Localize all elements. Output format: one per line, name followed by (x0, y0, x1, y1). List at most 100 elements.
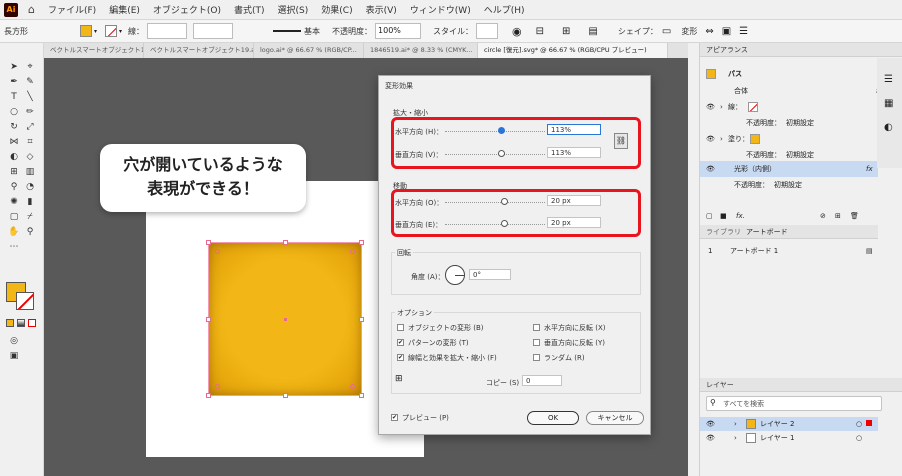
cancel-button[interactable]: キャンセル (586, 411, 644, 425)
corner-widget-bl[interactable] (215, 384, 220, 389)
layer1-target-icon[interactable]: ○ (856, 431, 862, 445)
appearance-fill-opacity-label[interactable]: 不透明度： (746, 148, 781, 162)
line-tool-icon[interactable]: ╲ (23, 91, 37, 103)
menu-icon[interactable]: ☰ (739, 26, 748, 37)
screen-mode-icon[interactable]: ▣ (7, 350, 21, 362)
rotate-tool-icon[interactable]: ↻ (7, 121, 21, 133)
handle-bl[interactable] (206, 393, 211, 398)
opacity-field[interactable]: 100% (375, 23, 422, 39)
blend-tool-icon[interactable]: ◔ (23, 181, 37, 193)
gradient-mode-icon[interactable] (17, 319, 25, 327)
reflect-y-label[interactable]: 垂直方向に反転 (Y) (544, 338, 605, 348)
distribute-icon[interactable]: ⊞ (562, 26, 570, 37)
eye-icon-stroke[interactable]: 👁 (706, 100, 715, 114)
handle-br[interactable] (359, 393, 364, 398)
mesh-tool-icon[interactable]: ⊞ (7, 166, 21, 178)
angle-dial[interactable] (445, 265, 465, 285)
artboard-options-icon[interactable]: ▤ (866, 244, 873, 258)
edit-toolbar-icon[interactable]: ⋯ (7, 241, 21, 253)
stroke-swatch[interactable] (105, 25, 118, 37)
menu-view[interactable]: 表示(V) (366, 3, 397, 16)
transform-objects-label[interactable]: オブジェクトの変形 (B) (408, 323, 484, 333)
scale-strokes-checkbox[interactable]: ✔ (397, 354, 404, 361)
handle-tr[interactable] (359, 240, 364, 245)
tab-doc-1[interactable]: ベクトルスマートオブジェクト12.ai (44, 43, 144, 58)
reference-point-icon[interactable]: ⊞ (395, 374, 403, 384)
stroke-color-swatch[interactable] (16, 292, 34, 310)
shape-builder-tool-icon[interactable]: ◐ (7, 151, 21, 163)
preview-checkbox[interactable]: ✔ (391, 414, 398, 421)
corner-widget-tr[interactable] (350, 249, 355, 254)
slice-tool-icon[interactable]: ⌿ (23, 211, 37, 223)
menu-file[interactable]: ファイル(F) (48, 3, 96, 16)
layers-search-box[interactable]: ⚲ すべてを検索 (706, 396, 882, 411)
home-icon[interactable]: ⌂ (28, 3, 35, 16)
tab-libraries[interactable]: ライブラリ (706, 225, 741, 239)
menu-type[interactable]: 書式(T) (234, 3, 265, 16)
tab-doc-2[interactable]: ベクトルスマートオブジェクト19.ai (144, 43, 254, 58)
angle-field[interactable]: 0° (469, 269, 511, 280)
selected-rectangle[interactable] (206, 240, 364, 398)
handle-tm[interactable] (283, 240, 288, 245)
style-swatch[interactable] (476, 23, 499, 39)
artboard-tool-icon[interactable]: ▢ (7, 211, 21, 223)
draw-mode-icon[interactable]: ◎ (7, 335, 21, 347)
random-label[interactable]: ランダム (R) (544, 353, 585, 363)
chevron-layer1-icon[interactable]: › (734, 431, 737, 445)
eye-icon-layer1[interactable]: 👁 (706, 431, 715, 445)
handle-tl[interactable] (206, 240, 211, 245)
transform-patterns-checkbox[interactable]: ✔ (397, 339, 404, 346)
hand-tool-icon[interactable]: ✋ (7, 226, 21, 238)
scale-tool-icon[interactable]: ⤢ (23, 121, 37, 133)
layer2-selected-icon[interactable] (866, 420, 872, 426)
preview-label[interactable]: プレビュー (P) (402, 413, 449, 423)
add-effect-icon[interactable]: fx. (736, 209, 745, 223)
appearance-fill-label[interactable]: 塗り： (728, 132, 749, 146)
eye-icon-layer2[interactable]: 👁 (706, 417, 715, 431)
appearance-icon[interactable]: ◐ (884, 122, 893, 133)
direct-selection-tool-icon[interactable]: ⌖ (23, 61, 37, 73)
fill-mode-icon[interactable] (6, 319, 14, 327)
transform-patterns-label[interactable]: パターンの変形 (T) (408, 338, 469, 348)
layer2-name[interactable]: レイヤー 2 (760, 417, 794, 431)
appearance-fill-swatch[interactable] (750, 134, 760, 144)
ok-button[interactable]: OK (527, 411, 579, 425)
artboard-row-name[interactable]: アートボード 1 (730, 244, 778, 258)
layer1-name[interactable]: レイヤー 1 (760, 431, 794, 445)
appearance-panel-header[interactable]: アピアランス (700, 43, 902, 57)
zoom-tool-icon[interactable]: ⚲ (23, 226, 37, 238)
stroke-profile-field[interactable] (193, 23, 234, 39)
scale-strokes-label[interactable]: 線幅と効果を拡大・縮小 (F) (408, 353, 497, 363)
appearance-stroke-opacity-label[interactable]: 不透明度： (746, 116, 781, 130)
copies-field[interactable]: 0 (522, 375, 562, 386)
chevron-stroke-icon[interactable]: › (720, 100, 723, 114)
appearance-effect-label[interactable]: 光彩（内側） (734, 162, 776, 176)
tab-doc-5[interactable]: circle [復元].svg* @ 66.67 % (RGB/CPU プレビュ… (478, 43, 668, 58)
reflect-y-checkbox[interactable] (533, 339, 540, 346)
ellipse-tool-icon[interactable]: ○ (7, 106, 21, 118)
corner-widget-tl[interactable] (215, 249, 220, 254)
appearance-stroke-swatch[interactable] (748, 102, 758, 112)
tab-doc-4[interactable]: 1846519.ai* @ 8.33 % (CMYK... (364, 43, 478, 58)
menu-object[interactable]: オブジェクト(O) (153, 3, 221, 16)
handle-mr[interactable] (359, 317, 364, 322)
pen-tool-icon[interactable]: ✒ (7, 76, 21, 88)
free-transform-tool-icon[interactable]: ⌗ (23, 136, 37, 148)
type-tool-icon[interactable]: T (7, 91, 21, 103)
shape-icon[interactable]: ▭ (662, 26, 671, 37)
globe-icon[interactable]: ◉ (512, 25, 522, 38)
selection-tool-icon[interactable]: ➤ (7, 61, 21, 73)
tab-doc-3[interactable]: logo.ai* @ 66.67 % (RGB/CP... (254, 43, 364, 58)
chevron-fill-icon[interactable]: › (720, 132, 723, 146)
menu-help[interactable]: ヘルプ(H) (484, 3, 525, 16)
flip-icon[interactable]: ⇔ (705, 26, 713, 37)
reflect-x-label[interactable]: 水平方向に反転 (X) (544, 323, 605, 333)
eyedropper-tool-icon[interactable]: ⚲ (7, 181, 21, 193)
gradient-tool-icon[interactable]: ▥ (23, 166, 37, 178)
corner-widget-br[interactable] (350, 384, 355, 389)
appearance-stroke-opacity-value[interactable]: 初期設定 (786, 116, 814, 130)
transform-label[interactable]: 変形 (681, 26, 697, 37)
width-tool-icon[interactable]: ⋈ (7, 136, 21, 148)
new-fill-icon[interactable]: ■ (720, 209, 727, 223)
appearance-effect-row[interactable] (700, 161, 878, 177)
